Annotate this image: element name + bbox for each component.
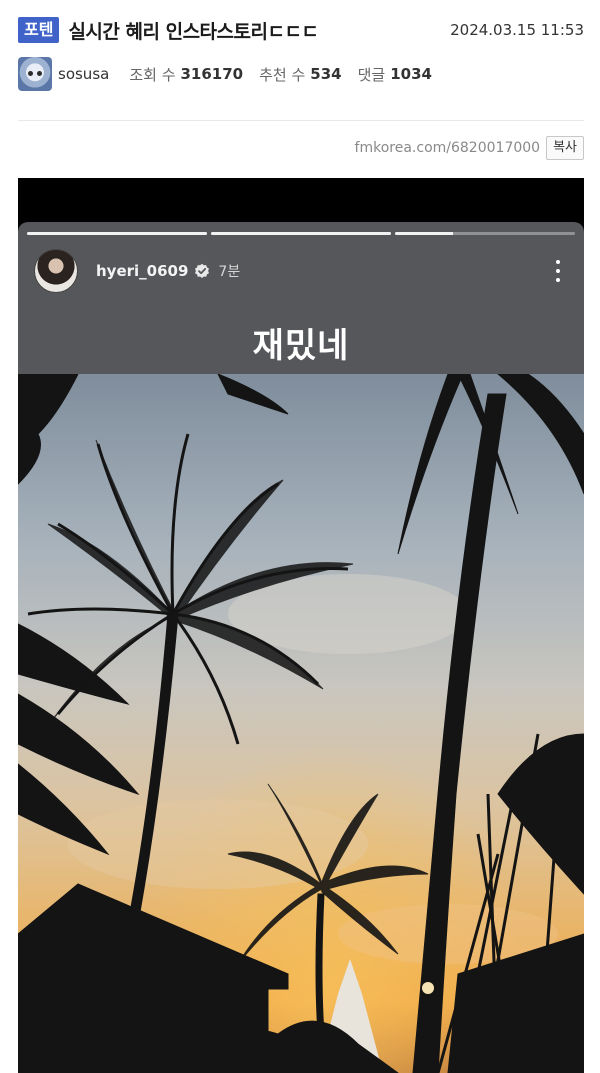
- story-progress-bar: [395, 232, 575, 235]
- story-progress-bar: [211, 232, 391, 235]
- post-url[interactable]: fmkorea.com/6820017000: [355, 140, 541, 156]
- more-dot: [556, 278, 560, 282]
- comments-count[interactable]: 1034: [390, 65, 432, 83]
- category-badge[interactable]: 포텐: [18, 17, 60, 43]
- progress-fill: [211, 232, 391, 235]
- story-username[interactable]: hyeri_0609: [96, 262, 188, 280]
- more-dot: [556, 269, 560, 273]
- views-count: 316170: [180, 65, 244, 83]
- progress-fill: [27, 232, 207, 235]
- post-date: 2024.03.15 11:53: [450, 21, 584, 39]
- story-profile-avatar[interactable]: [34, 249, 78, 293]
- post-title-row: 포텐 실시간 혜리 인스타스토리ㄷㄷㄷ 2024.03.15 11:53: [18, 14, 584, 46]
- progress-fill: [395, 232, 453, 235]
- story-time: 7분: [218, 264, 241, 280]
- url-row: fmkorea.com/6820017000 복사: [355, 134, 584, 162]
- recommend-count: 534: [310, 65, 342, 83]
- header-divider: [18, 120, 584, 121]
- views-label: 조회 수: [129, 65, 176, 84]
- more-dot: [556, 260, 560, 264]
- story-caption: 재밌네: [252, 326, 350, 366]
- palm-sunset-photo: [18, 374, 584, 1073]
- copy-url-button[interactable]: 복사: [546, 136, 584, 160]
- post-meta: sosusa 조회 수 316170 추천 수 534 댓글 1034: [18, 56, 584, 92]
- story-progress-bar: [27, 232, 207, 235]
- comments-label: 댓글: [357, 65, 386, 84]
- post-title: 실시간 혜리 인스타스토리ㄷㄷㄷ: [68, 20, 319, 43]
- more-options-icon[interactable]: [548, 258, 568, 284]
- verified-icon: [195, 263, 210, 278]
- story-top-panel: hyeri_0609 7분 재밌네: [18, 222, 584, 374]
- story-header: hyeri_0609 7분: [34, 248, 568, 294]
- author-name[interactable]: sosusa: [58, 65, 109, 83]
- story-screenshot: hyeri_0609 7분 재밌네: [18, 178, 584, 1073]
- story-progress-bars: [27, 232, 575, 235]
- author-avatar[interactable]: [18, 57, 52, 91]
- recommend-label: 추천 수: [259, 65, 306, 84]
